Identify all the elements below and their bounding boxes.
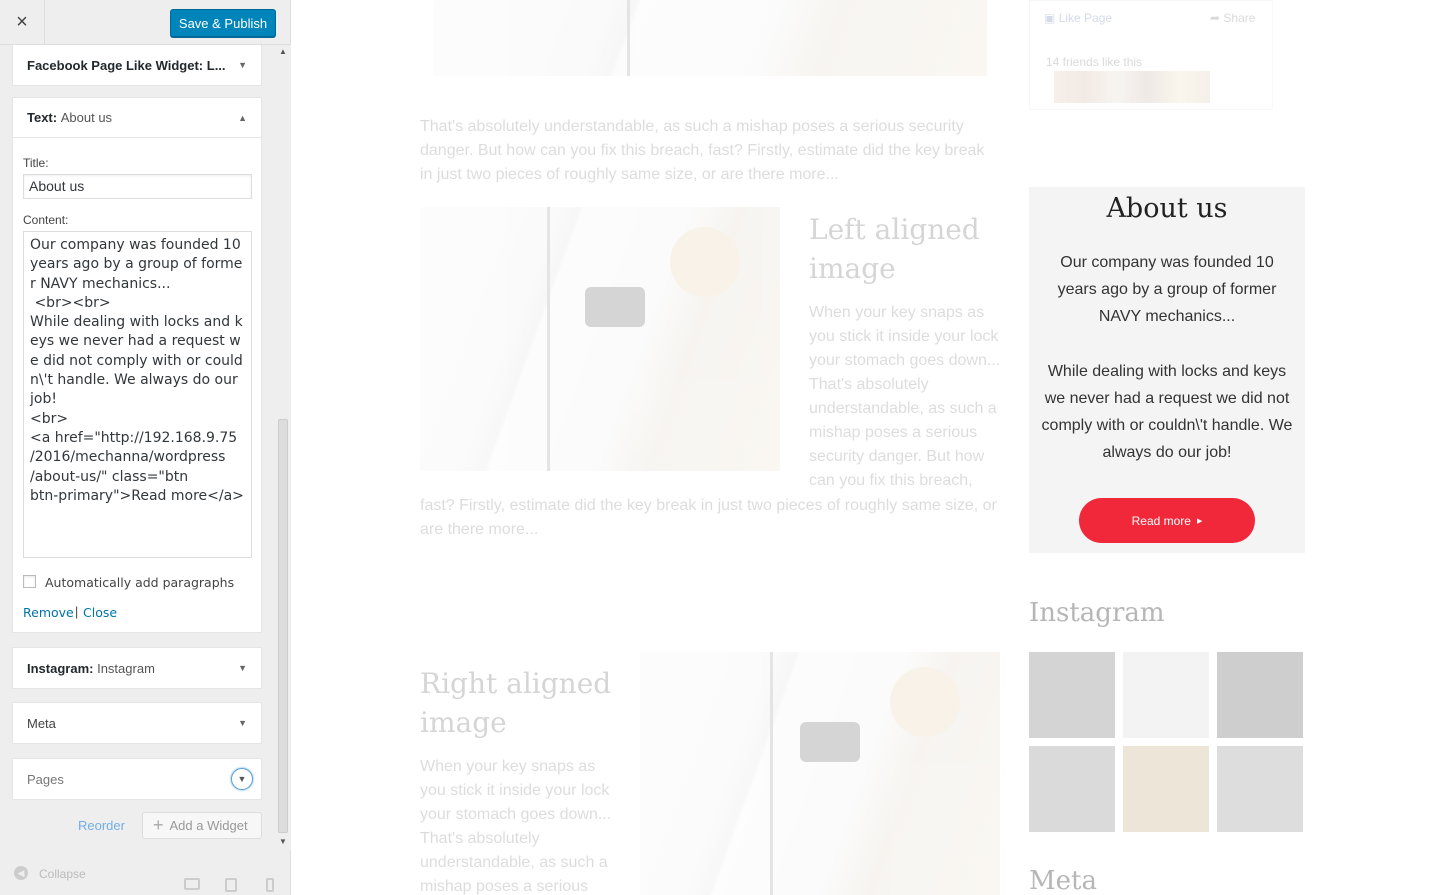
chevron-down-icon[interactable]: ▼ [238,663,247,673]
instagram-photo[interactable] [1123,652,1209,738]
widget-instagram[interactable]: Instagram: Instagram ▼ [12,647,262,689]
instagram-photo[interactable] [1029,652,1115,738]
read-more-button[interactable]: Read more ▶ [1079,498,1255,543]
scroll-thumb[interactable] [278,419,288,833]
share-icon: ➦ [1210,11,1221,25]
link-separator: | [75,605,79,619]
chevron-down-icon[interactable]: ▼ [238,60,247,70]
about-us-title: About us [1106,193,1228,224]
chevron-down-icon[interactable]: ▼ [238,718,247,728]
widget-text-header[interactable]: Text: About us ▲ [13,98,261,138]
instagram-photo[interactable] [1123,746,1209,832]
customizer-footer: ◀ Collapse [0,850,290,895]
widget-text-about: Text: About us ▲ Title: About us Content… [12,97,262,633]
facebook-share-button[interactable]: ➦ Share [1210,11,1255,25]
widget-facebook-header[interactable]: Facebook Page Like Widget: L... ▼ [13,45,261,85]
instagram-title: Instagram [1029,598,1165,628]
desktop-icon[interactable] [184,878,200,890]
instagram-photo[interactable] [1029,746,1115,832]
widget-meta-header[interactable]: Meta ▼ [13,703,261,743]
meta-title: Meta [1029,866,1097,895]
title-input[interactable]: About us [23,174,252,199]
caret-right-icon: ▶ [1196,517,1203,525]
reorder-link[interactable]: Reorder [78,818,125,833]
close-link[interactable]: Close [83,605,117,620]
right-aligned-image [640,652,1000,895]
chevron-down-icon[interactable]: ▼ [231,768,253,790]
autop-checkbox[interactable] [23,575,36,588]
widget-text-name: Text: [27,110,58,125]
friends-avatars [1054,71,1210,103]
widget-instagram-name: Instagram: [27,660,94,676]
autop-label: Automatically add paragraphs [45,575,235,590]
left-aligned-image [420,207,780,471]
intro-paragraph: That's absolutely understandable, as suc… [420,118,985,183]
add-widget-label: Add a Widget [169,818,248,833]
title-label: Title: [23,156,49,170]
plus-icon: + [153,815,164,835]
add-widget-button[interactable]: + Add a Widget [142,812,262,839]
widget-text-title: About us [60,110,113,125]
chevron-up-icon[interactable]: ▲ [238,113,247,123]
site-preview: ▣ Like Page ➦ Share 14 friends like this… [291,0,1432,895]
close-icon[interactable]: × [0,0,45,45]
facebook-like-button[interactable]: ▣ Like Page [1044,11,1112,25]
widget-facebook-name: Facebook Page Like Widget: L... [27,57,226,73]
facebook-icon: ▣ [1044,11,1056,25]
customizer-sidebar: × Save & Publish Facebook Page Like Widg… [0,0,291,895]
left-aligned-paragraph: When your key snaps as you stick it insi… [809,304,1001,489]
mobile-icon[interactable] [266,878,274,892]
save-publish-button[interactable]: Save & Publish [170,9,276,37]
instagram-photo[interactable] [1217,652,1303,738]
widget-pages-name: Pages [27,771,64,787]
widget-pages-header[interactable]: Pages ▼ [13,759,261,799]
content-label: Content: [23,213,69,227]
widget-meta-name: Meta [27,715,56,731]
widget-instagram-header[interactable]: Instagram: Instagram ▼ [13,648,261,688]
right-aligned-paragraph: When your key snaps as you stick it insi… [420,758,612,895]
widget-instagram-title: Instagram [97,660,155,676]
left-aligned-heading: Left aligned image [809,213,980,285]
top-image [433,0,987,76]
about-us-text-1: Our company was founded 10 years ago by … [1057,254,1277,326]
collapse-label[interactable]: Collapse [39,867,86,881]
scroll-up-icon[interactable]: ▲ [279,47,287,56]
about-us-widget: About us Our company was founded 10 year… [1029,187,1305,553]
widget-pages[interactable]: Pages ▼ [12,758,262,800]
facebook-friends-text: 14 friends like this [1046,55,1143,69]
customizer-header: × Save & Publish [0,0,290,45]
about-us-text-2: While dealing with locks and keys we nev… [1041,362,1293,462]
content-textarea[interactable]: Our company was founded 10 years ago by … [23,231,252,558]
instagram-photo[interactable] [1217,746,1303,832]
widget-meta[interactable]: Meta ▼ [12,702,262,744]
facebook-widget: ▣ Like Page ➦ Share 14 friends like this [1029,0,1273,110]
about-us-text: Our company was founded 10 years ago by … [1041,249,1293,466]
scroll-down-icon[interactable]: ▼ [279,837,287,846]
panel-scrollbar[interactable]: ▲ ▼ [276,45,291,850]
right-aligned-heading: Right aligned image [420,667,612,739]
widget-facebook[interactable]: Facebook Page Like Widget: L... ▼ [12,45,262,86]
remove-link[interactable]: Remove [23,605,74,620]
left-aligned-paragraph-cont: fast? Firstly, estimate did the key brea… [420,497,997,538]
widgets-panel: Facebook Page Like Widget: L... ▼ Text: … [0,45,276,895]
tablet-icon[interactable] [225,878,237,892]
collapse-icon[interactable]: ◀ [14,866,28,880]
